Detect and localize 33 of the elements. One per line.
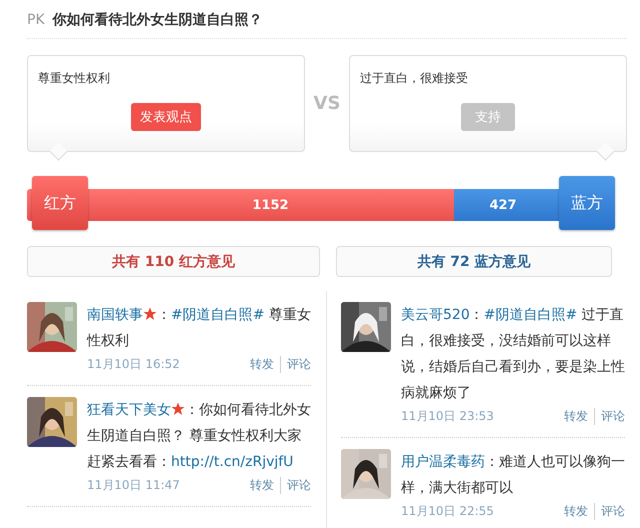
post-time: 11月10日 16:52: [87, 356, 180, 373]
action-link[interactable]: 转发: [558, 503, 594, 520]
side-flag: 蓝方: [559, 176, 615, 230]
post-time: 11月10日 11:47: [87, 477, 180, 494]
opinion-count-tab[interactable]: 共有 110 红方意见: [27, 246, 320, 277]
topic-title: 你如何看待北外女生阴道自白照？: [52, 11, 263, 29]
url-link[interactable]: http://t.cn/zRjvjfU: [171, 454, 294, 470]
post-time: 11月10日 23:53: [401, 408, 494, 425]
hashtag-link[interactable]: #阴道自白照#: [484, 307, 578, 323]
side-flag: 红方: [32, 176, 88, 230]
author-link[interactable]: 狂看天下美女: [87, 402, 171, 418]
action-link[interactable]: 评论: [280, 477, 311, 494]
vs-label: VS: [312, 93, 342, 114]
author-link[interactable]: 用户温柔毒药: [401, 454, 485, 470]
opinion-text: 过于直白，很难接受: [360, 70, 468, 87]
opinion-count-tab[interactable]: 共有 72 蓝方意见: [336, 246, 612, 277]
author-link[interactable]: 南国轶事: [87, 307, 143, 323]
post-text: 南国轶事 ：#阴道自白照# 尊重女性权利: [87, 306, 311, 351]
post-time: 11月10日 22:55: [401, 503, 494, 520]
action-link[interactable]: 评论: [280, 356, 311, 373]
hashtag-link[interactable]: #阴道自白照#: [171, 307, 264, 323]
action-link[interactable]: 转发: [244, 477, 280, 494]
post-text: 美云哥520：#阴道自白照# 过于直白，很难接受，没结婚前可以这样说，结婚后自己看到办，要是染上性病就麻烦了: [401, 306, 625, 403]
post-text: 狂看天下美女 ：你如何看待北外女生阴道自白照？ 尊重女性权利大家赶紧去看看：http://t.cn/zRjvjfU: [87, 401, 311, 472]
opinion-text: 尊重女性权利: [38, 70, 110, 87]
pk-label: PK: [27, 12, 45, 28]
action-link[interactable]: 评论: [594, 503, 625, 520]
author-link[interactable]: 美云哥520: [401, 307, 470, 323]
support-button[interactable]: 发表观点: [131, 103, 201, 131]
action-link[interactable]: 评论: [594, 408, 625, 425]
action-link[interactable]: 转发: [558, 408, 594, 425]
action-link[interactable]: 转发: [244, 356, 280, 373]
post-text: 用户温柔毒药：难道人也可以像狗一样，满大街都可以: [401, 453, 625, 498]
